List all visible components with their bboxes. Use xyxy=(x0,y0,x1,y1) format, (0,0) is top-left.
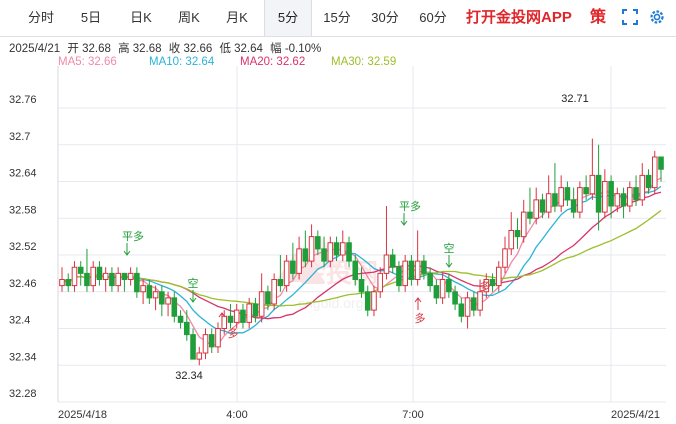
candle xyxy=(595,144,602,231)
y-tick-label: 32.46 xyxy=(9,278,37,290)
candle xyxy=(383,206,390,280)
candle xyxy=(59,267,65,292)
y-tick-label: 32.58 xyxy=(9,204,37,216)
low-extreme-label: 32.34 xyxy=(175,370,203,382)
candle xyxy=(102,267,109,292)
candle xyxy=(296,236,302,280)
y-tick-label: 32.64 xyxy=(9,168,37,180)
candle xyxy=(377,267,384,298)
candle xyxy=(271,273,277,311)
candle xyxy=(495,261,502,292)
candle xyxy=(558,175,564,213)
candle xyxy=(602,169,608,219)
candle xyxy=(233,304,240,329)
candle xyxy=(65,273,72,292)
candle xyxy=(577,181,583,219)
candle xyxy=(627,181,633,213)
candle xyxy=(258,273,265,323)
candle xyxy=(202,328,209,360)
candle xyxy=(252,297,259,323)
candle xyxy=(402,255,408,292)
candle xyxy=(414,230,421,286)
candle xyxy=(589,138,596,200)
candle xyxy=(502,236,508,274)
candle xyxy=(215,322,221,353)
candle xyxy=(146,279,153,304)
y-tick-label: 32.28 xyxy=(9,388,37,400)
candle xyxy=(77,261,84,286)
candle xyxy=(190,328,196,360)
candle xyxy=(439,273,446,304)
svg-text:多: 多 xyxy=(228,326,239,340)
candle xyxy=(171,291,178,323)
candle xyxy=(71,261,78,292)
candle xyxy=(489,273,496,292)
x-tick-label: 2025/4/18 xyxy=(58,409,107,421)
candle xyxy=(570,187,577,219)
candle xyxy=(658,156,664,182)
candle xyxy=(134,267,140,298)
y-tick-label: 32.76 xyxy=(9,94,37,106)
signal-annotation: 多 xyxy=(415,297,426,325)
candle xyxy=(552,163,558,213)
candle xyxy=(90,261,96,292)
candle xyxy=(177,310,184,329)
svg-text:空: 空 xyxy=(188,276,199,290)
candle xyxy=(514,218,521,249)
candle xyxy=(159,285,165,317)
candle xyxy=(308,224,315,268)
svg-text:多: 多 xyxy=(480,279,491,293)
candle xyxy=(208,328,215,353)
candle xyxy=(471,291,477,317)
svg-text:平多: 平多 xyxy=(399,199,421,213)
y-tick-label: 32.34 xyxy=(9,351,37,363)
signal-annotation: 空 xyxy=(444,241,455,268)
signal-annotation: 平多 xyxy=(399,199,421,226)
candle xyxy=(240,304,246,329)
candle xyxy=(339,230,346,262)
y-tick-label: 32.4 xyxy=(9,315,30,327)
candle xyxy=(140,279,146,304)
candle xyxy=(127,267,134,286)
candle xyxy=(121,272,128,292)
candle xyxy=(458,297,465,323)
y-tick-label: 32.52 xyxy=(9,241,37,253)
x-tick-label: 4:00 xyxy=(226,409,247,421)
candle xyxy=(196,346,203,366)
candle xyxy=(364,285,371,317)
svg-text:空: 空 xyxy=(444,241,455,255)
candlestick-chart: 金投网 cngold.org 32.7632.732.6432.5832.523… xyxy=(9,66,666,421)
svg-text:多: 多 xyxy=(415,311,426,325)
candle xyxy=(115,267,121,292)
candle xyxy=(639,163,646,206)
candle xyxy=(427,267,433,292)
signal-annotation: 多 xyxy=(480,279,491,293)
candle xyxy=(183,310,190,341)
candle xyxy=(564,181,571,206)
candle xyxy=(620,187,627,219)
candle xyxy=(651,150,658,194)
signal-annotation: 平多 xyxy=(122,229,144,256)
candle xyxy=(527,187,533,225)
candle xyxy=(96,261,103,286)
x-tick-label: 7:00 xyxy=(402,409,423,421)
candle xyxy=(389,248,396,274)
candle xyxy=(520,199,527,243)
svg-text:平多: 平多 xyxy=(122,229,144,243)
candle xyxy=(227,304,234,329)
candle xyxy=(433,279,440,304)
candle xyxy=(109,267,115,292)
high-extreme-label: 32.71 xyxy=(561,93,589,105)
y-tick-label: 32.7 xyxy=(9,131,30,143)
x-tick-label: 2025/4/21 xyxy=(611,409,660,421)
candle xyxy=(645,169,652,194)
signal-annotation: 空 xyxy=(188,276,199,303)
